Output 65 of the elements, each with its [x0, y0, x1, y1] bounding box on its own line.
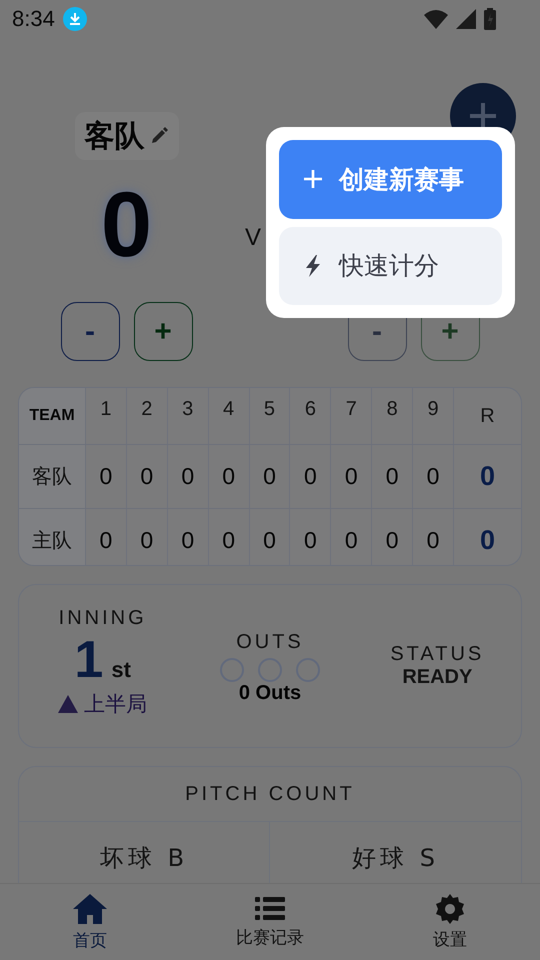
- table-cell: 0: [168, 445, 209, 508]
- table-cell: 0: [208, 445, 250, 508]
- triangle-icon: [58, 694, 78, 713]
- column-header: 6: [290, 388, 332, 444]
- runs-cell-text: 0: [478, 460, 496, 494]
- column-header: 3: [168, 388, 209, 444]
- table-cell: 0: [290, 509, 332, 565]
- status-value: READY: [402, 666, 472, 689]
- column-header: 7: [331, 388, 372, 444]
- table-cell: 0: [86, 445, 127, 508]
- column-header: 5: [250, 388, 290, 444]
- table-cell: 0: [250, 509, 290, 565]
- gear-icon: [435, 894, 465, 924]
- column-header: 2: [126, 388, 168, 444]
- table-cell: 0: [413, 445, 454, 508]
- table-cell: 0: [86, 509, 127, 565]
- column-header: 9: [413, 388, 454, 444]
- table-cell: 0: [372, 509, 414, 565]
- team-name: 客队: [84, 118, 144, 156]
- team-cell: 主队: [19, 509, 86, 565]
- pitch-count-title: PITCH COUNT: [185, 782, 355, 806]
- table-cell: 0: [372, 445, 414, 508]
- runs-cell-text: 0: [478, 524, 496, 558]
- outs-count: 0 Outs: [238, 682, 302, 705]
- lightning-icon: [303, 254, 323, 278]
- list-icon: [255, 896, 285, 922]
- table-cell: 0: [208, 509, 250, 565]
- table-cell: 0: [168, 509, 209, 565]
- home-icon: [72, 892, 108, 924]
- table-cell: 0: [126, 509, 168, 565]
- column-header: 8: [372, 388, 414, 444]
- battery-icon: [484, 8, 496, 30]
- download-icon: [62, 7, 87, 32]
- increment-button[interactable]: +: [134, 302, 192, 362]
- status-label: STATUS: [390, 642, 484, 666]
- column-header: 4: [208, 388, 250, 444]
- table-cell: 0: [413, 509, 454, 565]
- signal-icon: [456, 9, 476, 30]
- team-score: 0: [100, 173, 152, 278]
- wifi-icon: [424, 9, 448, 30]
- column-header: TEAM: [19, 388, 86, 444]
- inning-label: INNING: [58, 606, 147, 630]
- half-inning-text: 上半局: [84, 690, 148, 718]
- table-cell: 0: [126, 445, 168, 508]
- table-cell: 0: [290, 445, 332, 508]
- inning-suffix: st: [111, 656, 131, 683]
- plus-icon: [303, 169, 323, 190]
- nav-tab[interactable]: 首页: [0, 884, 180, 960]
- table-cell: 0: [331, 445, 372, 508]
- status-time: 8:34: [12, 6, 55, 32]
- column-header: R: [479, 404, 496, 429]
- decrement-button[interactable]: -: [60, 302, 120, 362]
- nav-tab[interactable]: 比赛记录: [180, 884, 360, 960]
- team-cell: 客队: [19, 445, 86, 508]
- outs-label: OUTS: [236, 630, 304, 654]
- menu-item[interactable]: 快速计分: [279, 226, 502, 305]
- column-header: 1: [86, 388, 127, 444]
- nav-tab[interactable]: 设置: [360, 884, 540, 960]
- inning-number: 1: [74, 630, 104, 690]
- versus-text: V: [245, 224, 262, 252]
- table-cell: 0: [250, 445, 290, 508]
- pitch-label: 坏球 B: [100, 843, 188, 874]
- table-cell: 0: [331, 509, 372, 565]
- pitch-label: 好球 S: [352, 843, 439, 874]
- menu-item[interactable]: 创建新赛事: [279, 140, 502, 218]
